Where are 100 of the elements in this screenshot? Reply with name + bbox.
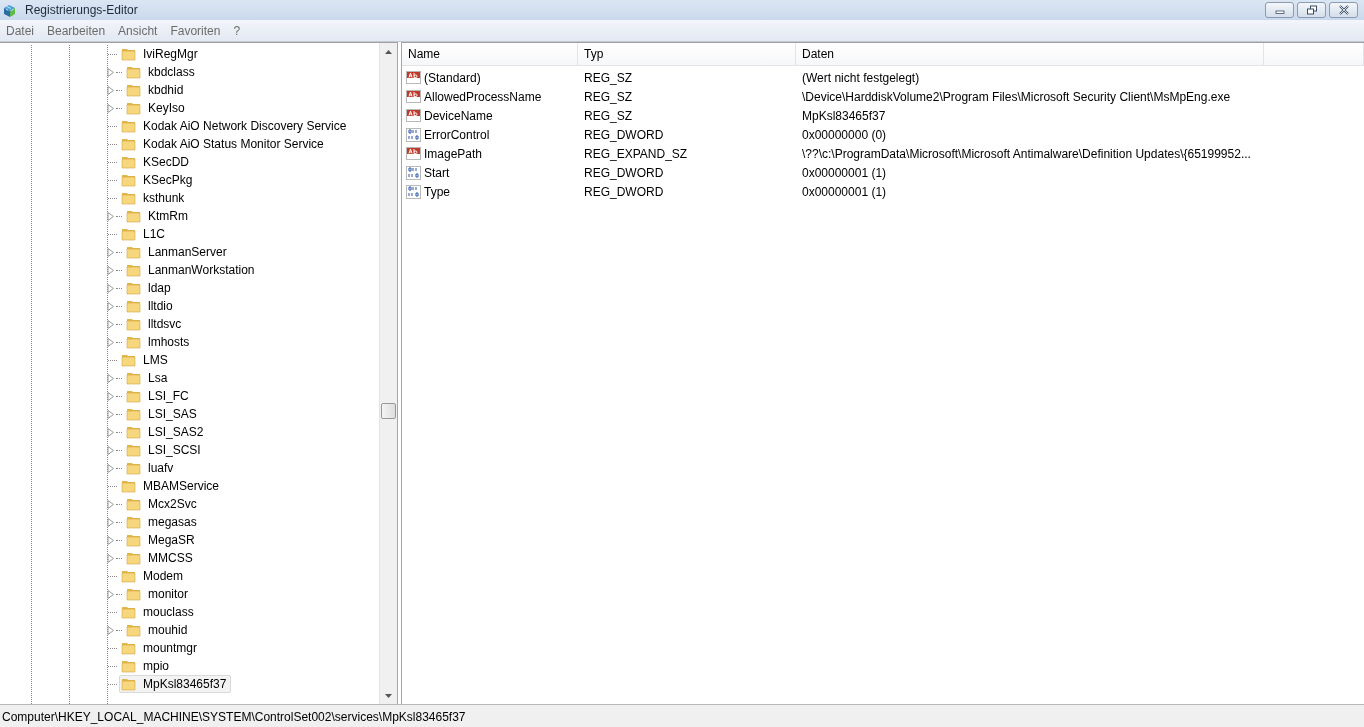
menu-item[interactable]: Favoriten [164, 23, 228, 38]
folder-icon [121, 676, 137, 692]
tree-item[interactable]: Mcx2Svc [124, 495, 202, 513]
tree-item[interactable]: ldap [124, 279, 176, 297]
binary-value-icon [406, 164, 422, 181]
tree-item[interactable]: IviRegMgr [119, 45, 203, 63]
tree-item[interactable]: kbdclass [124, 63, 200, 81]
expand-arrow-icon[interactable] [107, 625, 115, 635]
tree-item[interactable]: mpio [119, 657, 174, 675]
column-header[interactable]: Daten [796, 43, 1264, 65]
tree-item[interactable]: MegaSR [124, 531, 200, 549]
value-type: REG_DWORD [584, 165, 664, 180]
tree-item[interactable]: monitor [124, 585, 193, 603]
expand-arrow-icon[interactable] [107, 247, 115, 257]
text-value-icon [406, 88, 422, 105]
expand-arrow-icon[interactable] [107, 301, 115, 311]
tree-item[interactable]: L1C [119, 225, 170, 243]
tree-item[interactable]: megasas [124, 513, 202, 531]
tree-item[interactable]: Kodak AiO Status Monitor Service [119, 135, 329, 153]
folder-icon [121, 136, 137, 152]
tree-item[interactable]: mouhid [124, 621, 193, 639]
tree-item[interactable]: kbdhid [124, 81, 189, 99]
menu-item[interactable]: ? [227, 23, 248, 38]
expand-arrow-icon[interactable] [107, 265, 115, 275]
tree-item[interactable]: LSI_FC [124, 387, 194, 405]
close-button[interactable] [1329, 2, 1358, 18]
expand-arrow-icon[interactable] [107, 391, 115, 401]
restore-button[interactable] [1297, 2, 1326, 18]
folder-icon [121, 568, 137, 584]
tree-item[interactable]: LSI_SAS [124, 405, 202, 423]
window-title: Registrierungs-Editor [25, 3, 139, 17]
value-type: REG_SZ [584, 89, 632, 104]
expand-arrow-icon[interactable] [107, 211, 115, 221]
tree-item[interactable]: luafv [124, 459, 179, 477]
expand-arrow-icon[interactable] [107, 85, 115, 95]
menu-item[interactable]: Datei [0, 23, 41, 38]
menu-item[interactable]: Bearbeiten [41, 23, 113, 38]
expand-arrow-icon[interactable] [107, 553, 115, 563]
value-data: MpKsl83465f37 [802, 108, 886, 123]
value-data: 0x00000001 (1) [802, 184, 887, 199]
tree-item[interactable]: MMCSS [124, 549, 198, 567]
tree-item[interactable]: Modem [119, 567, 188, 585]
text-value-icon [406, 69, 422, 86]
tree-item[interactable]: LSI_SAS2 [124, 423, 209, 441]
tree-item[interactable]: Lsa [124, 369, 173, 387]
value-name[interactable]: ErrorControl [424, 127, 490, 142]
tree-item[interactable]: mouclass [119, 603, 199, 621]
value-name[interactable]: (Standard) [424, 70, 481, 85]
folder-icon [126, 388, 142, 404]
tree-item[interactable]: lltdio [124, 297, 178, 315]
close-icon [1337, 5, 1350, 15]
expand-arrow-icon[interactable] [107, 445, 115, 455]
folder-icon [121, 478, 137, 494]
expand-arrow-icon[interactable] [107, 283, 115, 293]
value-type: REG_SZ [584, 70, 632, 85]
tree-item[interactable]: KSecDD [119, 153, 194, 171]
tree-item[interactable]: LanmanServer [124, 243, 232, 261]
tree-item[interactable]: Kodak AiO Network Discovery Service [119, 117, 352, 135]
value-name[interactable]: Start [424, 165, 450, 180]
tree-item[interactable]: mountmgr [119, 639, 203, 657]
text-value-icon [406, 107, 422, 124]
tree-item[interactable]: ksthunk [119, 189, 190, 207]
expand-arrow-icon[interactable] [107, 337, 115, 347]
tree-item[interactable]: lmhosts [124, 333, 195, 351]
tree-item[interactable]: LSI_SCSI [124, 441, 206, 459]
value-name[interactable]: DeviceName [424, 108, 493, 123]
tree-item[interactable]: MBAMService [119, 477, 224, 495]
expand-arrow-icon[interactable] [107, 373, 115, 383]
expand-arrow-icon[interactable] [107, 499, 115, 509]
tree-item[interactable]: LanmanWorkstation [124, 261, 260, 279]
column-header[interactable]: Name [402, 43, 578, 65]
value-data: (Wert nicht festgelegt) [802, 70, 920, 85]
folder-icon [126, 460, 142, 476]
folder-icon [121, 154, 137, 170]
tree-item[interactable]: MpKsl83465f37 [119, 675, 232, 693]
tree-item[interactable]: KSecPkg [119, 171, 198, 189]
value-name[interactable]: Type [424, 184, 450, 199]
scrollbar-thumb[interactable] [381, 403, 396, 419]
column-header[interactable]: Typ [578, 43, 796, 65]
tree-item[interactable]: KtmRm [124, 207, 193, 225]
expand-arrow-icon[interactable] [107, 589, 115, 599]
folder-icon [121, 352, 137, 368]
expand-arrow-icon[interactable] [107, 535, 115, 545]
tree-item[interactable]: lltdsvc [124, 315, 187, 333]
menu-item[interactable]: Ansicht [112, 23, 165, 38]
expand-arrow-icon[interactable] [107, 517, 115, 527]
expand-arrow-icon[interactable] [107, 67, 115, 77]
value-name[interactable]: ImagePath [424, 146, 483, 161]
tree-item[interactable]: LMS [119, 351, 173, 369]
expand-arrow-icon[interactable] [107, 463, 115, 473]
folder-icon [126, 100, 142, 116]
folder-icon [121, 226, 137, 242]
expand-arrow-icon[interactable] [107, 427, 115, 437]
value-name[interactable]: AllowedProcessName [424, 89, 542, 104]
expand-arrow-icon[interactable] [107, 103, 115, 113]
expand-arrow-icon[interactable] [107, 409, 115, 419]
tree-item[interactable]: KeyIso [124, 99, 190, 117]
value-data: 0x00000001 (1) [802, 165, 887, 180]
value-data: \Device\HarddiskVolume2\Program Files\Microsoft Security Client\MsMpEng.exe [802, 89, 1231, 104]
expand-arrow-icon[interactable] [107, 319, 115, 329]
